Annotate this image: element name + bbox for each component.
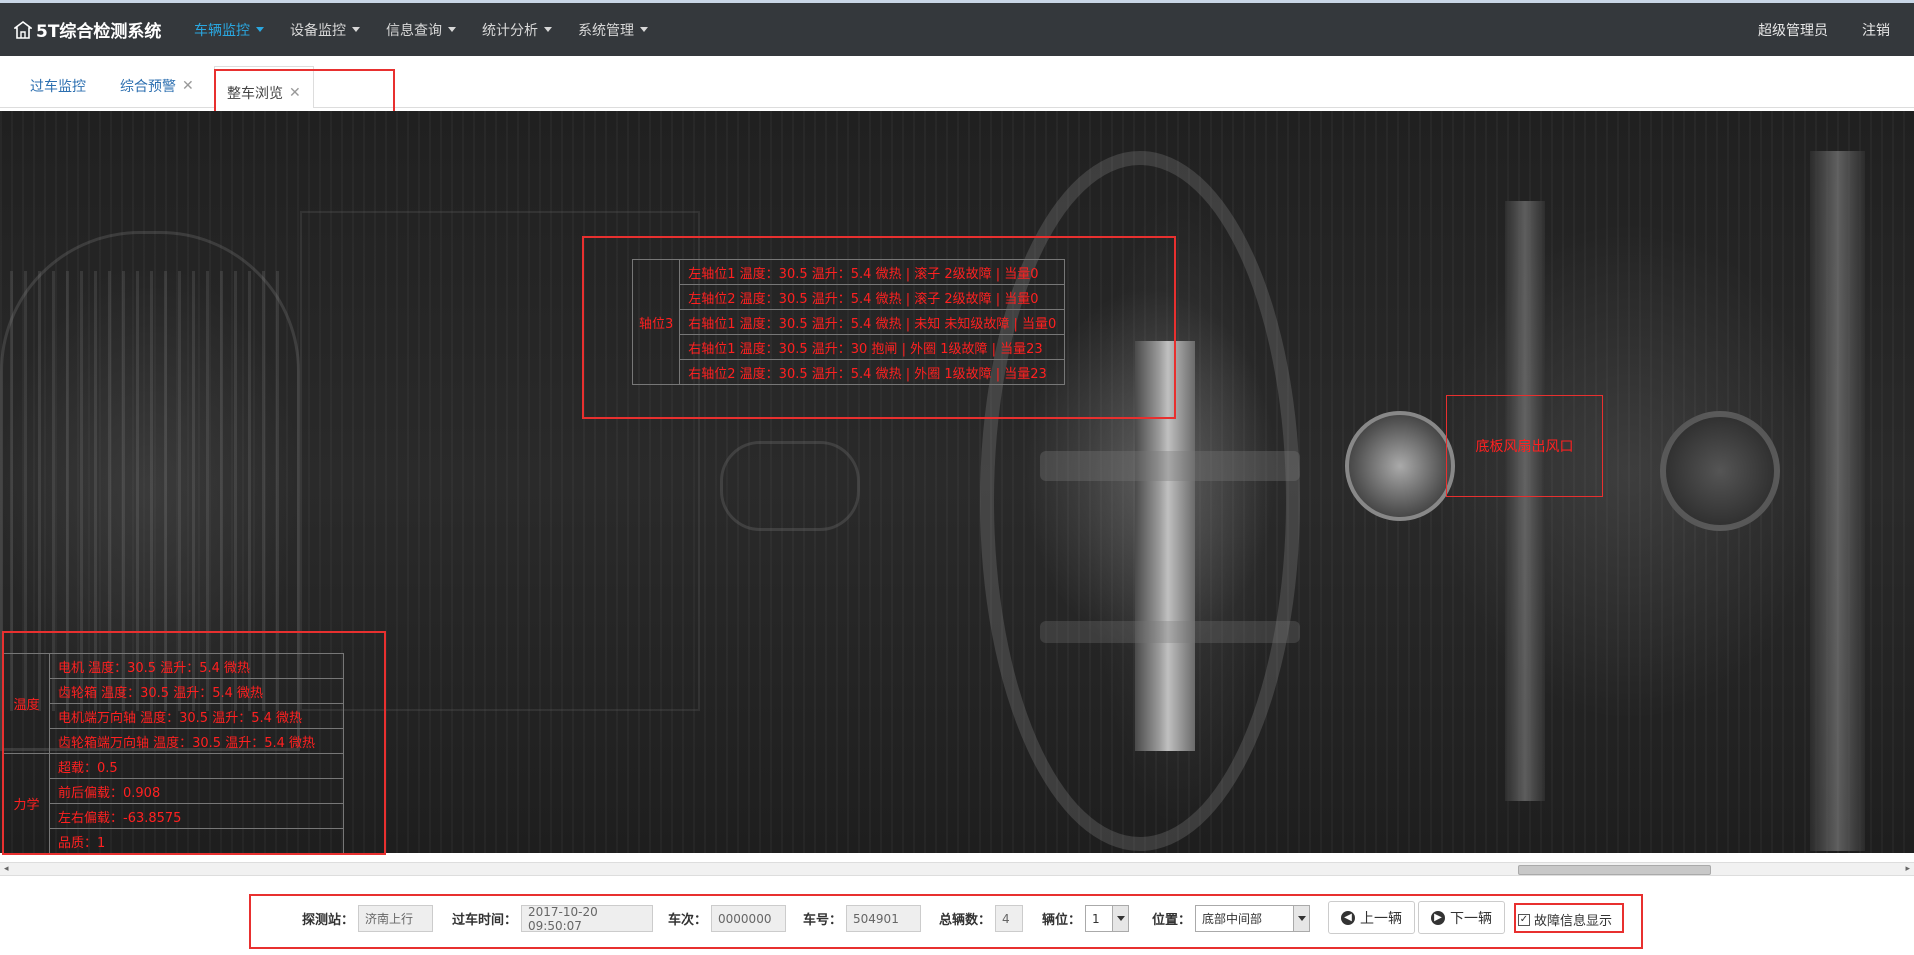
axle-info-row: 右轴位1 温度：30.5 温升：30 抱闸 | 外圈 1级故障 | 当量23 (679, 334, 1066, 360)
pos-label: 辆位： (1042, 913, 1082, 928)
motor-disc (1660, 411, 1780, 531)
nav-statistics[interactable]: 统计分析 (482, 20, 552, 40)
position-control: 辆位： 1 (1042, 905, 1130, 932)
location-value: 底部中间部 (1202, 912, 1263, 926)
car-label: 车号： (803, 913, 843, 928)
close-icon[interactable]: ✕ (182, 78, 194, 94)
caret-down-icon (352, 27, 360, 32)
grille (10, 271, 290, 711)
brand[interactable]: 5T综合检测系统 (14, 17, 194, 42)
time-label: 过车时间： (452, 913, 518, 928)
chevron-down-icon[interactable] (1293, 906, 1310, 931)
station-control: 探测站： 济南上行 (302, 905, 434, 932)
car-control: 车号： 504901 (803, 905, 922, 932)
prev-label: 上一辆 (1360, 910, 1402, 927)
axle-info-row: 右轴位1 温度：30.5 温升：5.4 微热 | 未知 未知级故障 | 当量0 (679, 309, 1066, 335)
checkbox-checked-icon[interactable]: ✓ (1518, 913, 1530, 926)
nav-system-admin[interactable]: 系统管理 (578, 20, 648, 40)
station-label: 探测站： (302, 913, 355, 928)
mech-row: 前后偏载：0.908 (49, 778, 344, 804)
total-control: 总辆数： 4 (939, 905, 1024, 932)
tab-label: 综合预警 (120, 79, 176, 95)
main-nav: 车辆监控 设备监控 信息查询 统计分析 系统管理 (194, 3, 674, 56)
total-field: 4 (995, 905, 1024, 932)
temp-row: 电机端万向轴 温度：30.5 温升：5.4 微热 (49, 703, 344, 729)
scroll-left-icon[interactable]: ◂ (4, 864, 9, 874)
arrow-left-circle-icon: ◀ (1341, 910, 1355, 925)
temp-row: 齿轮箱端万向轴 温度：30.5 温升：5.4 微热 (49, 728, 344, 754)
tab-full-car-view[interactable]: 整车浏览 ✕ (214, 66, 314, 108)
time-control: 过车时间： 2017-10-20 09:50:07 (452, 905, 654, 933)
location-control: 位置： 底部中间部 (1152, 905, 1311, 932)
train-control: 车次： 0000000 (668, 905, 787, 932)
slot (720, 441, 860, 531)
pos-select[interactable]: 1 (1085, 905, 1130, 932)
train-field: 0000000 (711, 905, 787, 932)
nav-device-monitor[interactable]: 设备监控 (290, 20, 360, 40)
temp-row: 齿轮箱 温度：30.5 温升：5.4 微热 (49, 678, 344, 704)
fan-outlet-label[interactable]: 底板风扇出风口 (1446, 395, 1603, 497)
axle-info-row: 左轴位1 温度：30.5 温升：5.4 微热 | 滚子 2级故障 | 当量0 (679, 259, 1066, 285)
next-car-button[interactable]: ▶ 下一辆 (1418, 901, 1505, 934)
arrow-right-circle-icon: ▶ (1431, 910, 1445, 925)
temp-row: 电机 温度：30.5 温升：5.4 微热 (49, 653, 344, 679)
tab-warning[interactable]: 综合预警 ✕ (120, 76, 194, 96)
location-label: 位置： (1152, 913, 1192, 928)
home-icon (14, 20, 32, 39)
caret-down-icon (640, 27, 648, 32)
axle-info-table: 轴位3 左轴位1 温度：30.5 温升：5.4 微热 | 滚子 2级故障 | 当… (631, 259, 1066, 385)
axle-collar-top (1040, 451, 1300, 481)
axle (1135, 341, 1195, 751)
prev-car-button[interactable]: ◀ 上一辆 (1328, 901, 1415, 934)
pos-value: 1 (1092, 911, 1100, 926)
axle-collar-bottom (1040, 621, 1300, 643)
scroll-right-icon[interactable]: ▸ (1905, 864, 1910, 874)
axle-group-label: 轴位3 (631, 259, 681, 385)
tab-bar: 过车监控 综合预警 ✕ 整车浏览 ✕ (0, 56, 1914, 108)
app-title: 5T综合检测系统 (36, 22, 162, 42)
total-label: 总辆数： (939, 913, 992, 928)
train-label: 车次： (668, 913, 708, 928)
car-field: 504901 (846, 905, 922, 932)
next-label: 下一辆 (1450, 910, 1492, 927)
gearbox-disc (1345, 411, 1455, 521)
close-icon[interactable]: ✕ (289, 85, 301, 101)
logout-link[interactable]: 注销 (1862, 20, 1890, 40)
tab-pass-monitor[interactable]: 过车监控 (30, 76, 86, 96)
chevron-down-icon[interactable] (1112, 906, 1129, 931)
tab-label: 过车监控 (30, 79, 86, 95)
nav-label: 统计分析 (482, 22, 538, 39)
mech-group-label: 力学 (3, 753, 50, 854)
nav-label: 设备监控 (290, 22, 346, 39)
nav-label: 信息查询 (386, 22, 442, 39)
mech-row: 超载：0.5 (49, 753, 344, 779)
mech-row: 品质：1 (49, 828, 344, 854)
mech-row: 左右偏载：-63.8575 (49, 803, 344, 829)
nav-label: 系统管理 (578, 22, 634, 39)
temp-group-label: 温度 (3, 653, 50, 754)
fault-info-toggle[interactable]: ✓ 故障信息显示 (1518, 910, 1612, 929)
time-field: 2017-10-20 09:50:07 (521, 905, 654, 933)
pipe-right (1810, 151, 1865, 851)
component-info-table: 温度 电机 温度：30.5 温升：5.4 微热 齿轮箱 温度：30.5 温升：5… (3, 653, 344, 854)
fault-label: 故障信息显示 (1534, 914, 1613, 929)
location-select[interactable]: 底部中间部 (1195, 905, 1311, 932)
caret-down-icon (448, 27, 456, 32)
horizontal-scrollbar[interactable]: ◂ ▸ (0, 862, 1914, 876)
user-name[interactable]: 超级管理员 (1758, 20, 1828, 40)
pipe-left (1505, 201, 1545, 801)
nav-info-query[interactable]: 信息查询 (386, 20, 456, 40)
top-navbar: 5T综合检测系统 车辆监控 设备监控 信息查询 统计分析 系统管理 超级管理员 … (0, 0, 1914, 56)
station-field: 济南上行 (358, 905, 434, 932)
nav-label: 车辆监控 (194, 22, 250, 39)
caret-down-icon (256, 27, 264, 32)
nav-vehicle-monitor[interactable]: 车辆监控 (194, 20, 264, 40)
axle-info-row: 左轴位2 温度：30.5 温升：5.4 微热 | 滚子 2级故障 | 当量0 (679, 284, 1066, 310)
axle-info-row: 右轴位2 温度：30.5 温升：5.4 微热 | 外圈 1级故障 | 当量23 (679, 359, 1066, 385)
tab-label: 整车浏览 (227, 85, 283, 102)
caret-down-icon (544, 27, 552, 32)
scrollbar-thumb[interactable] (1518, 865, 1711, 875)
